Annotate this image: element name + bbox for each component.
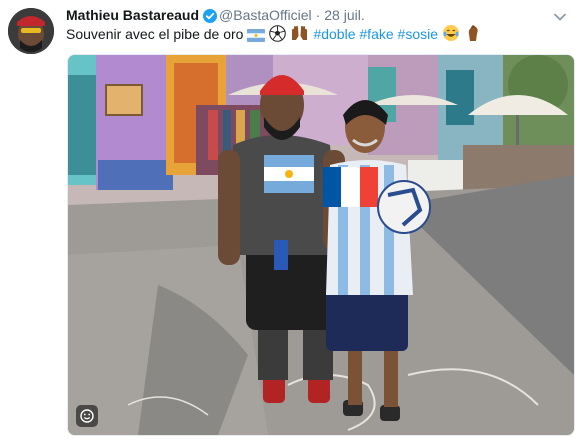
tweet-text: Souvenir avec el pibe de oro #doble #fake…	[66, 24, 482, 46]
avatar[interactable]	[8, 8, 54, 54]
author-handle[interactable]: @BastaOfficiel	[219, 7, 312, 23]
tweet-text-prefix: Souvenir avec el pibe de oro	[66, 26, 244, 42]
tweet-photo[interactable]	[67, 54, 575, 436]
hashtag-fake[interactable]: #fake	[359, 26, 393, 42]
soccer-ball-icon	[269, 25, 287, 46]
author-name[interactable]: Mathieu Bastareaud	[66, 7, 199, 23]
tears-of-joy-icon	[442, 24, 460, 46]
chevron-down-icon[interactable]	[553, 10, 567, 24]
hashtag-sosie[interactable]: #sosie	[398, 26, 438, 42]
tweet-header: Mathieu Bastareaud @BastaOfficiel · 28 juil…	[66, 6, 365, 24]
smiley-sticker-icon[interactable]	[76, 405, 98, 427]
flag-argentina-icon	[247, 28, 266, 46]
hashtag-doble[interactable]: #doble	[313, 26, 355, 42]
raised-hands-icon	[290, 25, 309, 46]
tweet-date[interactable]: 28 juil.	[324, 7, 364, 23]
pinched-fingers-icon	[464, 24, 482, 46]
tweet-card: Mathieu Bastareaud @BastaOfficiel · 28 juil…	[0, 0, 577, 439]
header-separator: ·	[315, 7, 321, 23]
